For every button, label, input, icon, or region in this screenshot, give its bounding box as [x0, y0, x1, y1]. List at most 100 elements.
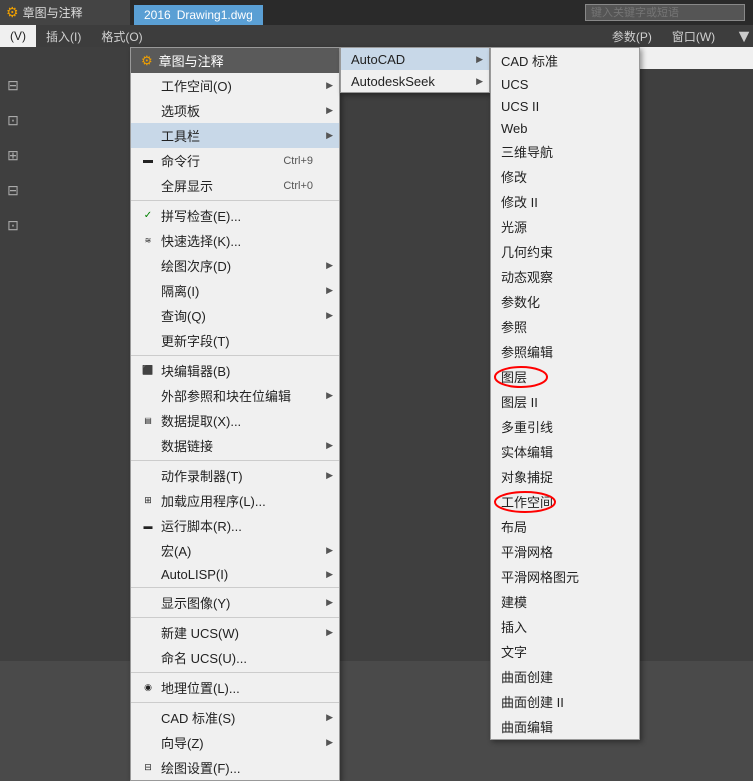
menu-item-layer2[interactable]: 图层 II [491, 389, 639, 414]
menu-item-displayimage[interactable]: 显示图像(Y) [131, 590, 339, 615]
menu-item-parametric[interactable]: 参数化 [491, 289, 639, 314]
menu-item-ucs2[interactable]: UCS II [491, 95, 639, 117]
web-label: Web [501, 121, 528, 136]
menu-item-query[interactable]: 查询(Q) [131, 303, 339, 328]
menu-item-format[interactable]: 格式(O) [91, 25, 152, 47]
divider4 [131, 587, 339, 588]
menu-item-dataextract[interactable]: ▤ 数据提取(X)... [131, 408, 339, 433]
menu-item-wspace[interactable]: 工作空间 [491, 489, 639, 514]
runscript-icon: ▬ [139, 517, 157, 535]
menu-item-toolbar[interactable]: 工具栏 [131, 123, 339, 148]
parametric-label: 参数化 [501, 292, 540, 311]
menu-item-insert[interactable]: 插入(I) [36, 25, 91, 47]
menu-item-xref[interactable]: 外部参照和块在位编辑 [131, 383, 339, 408]
surfcreate-label: 曲面创建 [501, 667, 553, 686]
geolocation-icon: ◉ [139, 679, 157, 697]
menu-item-fullscreen[interactable]: 全屏显示 Ctrl+0 [131, 173, 339, 198]
menu-item-layout[interactable]: 布局 [491, 514, 639, 539]
menu-item-loadapp[interactable]: ⊞ 加载应用程序(L)... [131, 488, 339, 513]
drawing-tab[interactable]: 2016 Drawing1.dwg [134, 5, 263, 25]
menu-item-autocad[interactable]: AutoCAD [341, 48, 489, 70]
quickselect-label: 快速选择(K)... [161, 231, 241, 250]
menu-item-solidedit[interactable]: 实体编辑 [491, 439, 639, 464]
menu-item-updatefield[interactable]: 更新字段(T) [131, 328, 339, 353]
menu-item-xrefedit[interactable]: 参照编辑 [491, 339, 639, 364]
query-label: 查询(Q) [161, 306, 206, 325]
menu-item-isolate[interactable]: 隔离(I) [131, 278, 339, 303]
menu-item-panels[interactable]: 选项板 [131, 98, 339, 123]
loadapp-label: 加载应用程序(L)... [161, 491, 266, 510]
menu-item-surfcreate[interactable]: 曲面创建 [491, 664, 639, 689]
menu-item-cad-standard[interactable]: CAD 标准 [491, 48, 639, 73]
menu-item-3dnav[interactable]: 三维导航 [491, 139, 639, 164]
menu-item-drawsettings[interactable]: ⊟ 绘图设置(F)... [131, 755, 339, 780]
menu-item-osnap[interactable]: 对象捕捉 [491, 464, 639, 489]
newucs-label: 新建 UCS(W) [161, 623, 239, 642]
menu-level2: AutoCAD AutodeskSeek [340, 47, 490, 93]
divider3 [131, 460, 339, 461]
menu-item-smoothmesh[interactable]: 平滑网格 [491, 539, 639, 564]
blockeditor-icon: ⬛ [139, 362, 157, 380]
cmdline-shortcut: Ctrl+9 [283, 155, 329, 167]
menu-item-surfedit[interactable]: 曲面编辑 [491, 714, 639, 739]
menu-item-workspace[interactable]: 工作空间(O) [131, 73, 339, 98]
menu-item-macro[interactable]: 宏(A) [131, 538, 339, 563]
insert2-label: 插入 [501, 617, 527, 636]
menu-header-label: 章图与注释 [159, 51, 224, 70]
menu-item-runscript[interactable]: ▬ 运行脚本(R)... [131, 513, 339, 538]
expand-icon[interactable]: ▼ [735, 26, 753, 47]
menu-item-ucs[interactable]: UCS [491, 73, 639, 95]
menu-item-smoothmeshprim[interactable]: 平滑网格图元 [491, 564, 639, 589]
menu-item-xref2[interactable]: 参照 [491, 314, 639, 339]
menu-item-autodeskseek[interactable]: AutodeskSeek [341, 70, 489, 92]
menu-item-geoconstraint[interactable]: 几何约束 [491, 239, 639, 264]
search-input[interactable] [585, 4, 745, 21]
modify-label: 修改 [501, 167, 527, 186]
menu-item-cmdline[interactable]: ▬ 命令行 Ctrl+9 [131, 148, 339, 173]
menu-item-modeling[interactable]: 建模 [491, 589, 639, 614]
autolisp-label: AutoLISP(I) [161, 567, 228, 582]
divider7 [131, 702, 339, 703]
menu-item-blockeditor[interactable]: ⬛ 块编辑器(B) [131, 358, 339, 383]
menu-item-quickselect[interactable]: ≋ 快速选择(K)... [131, 228, 339, 253]
menu-item-modify[interactable]: 修改 [491, 164, 639, 189]
menu-item-layer[interactable]: 图层 [491, 364, 639, 389]
menu-item-actionrecorder[interactable]: 动作录制器(T) [131, 463, 339, 488]
menu-item-spellcheck[interactable]: ✓ 拼写检查(E)... [131, 203, 339, 228]
panels-label: 选项板 [161, 101, 200, 120]
menu-item-web[interactable]: Web [491, 117, 639, 139]
menu-item-modify2[interactable]: 修改 II [491, 189, 639, 214]
menu-item-tools[interactable]: (V) [0, 25, 36, 47]
menu-item-text[interactable]: 文字 [491, 639, 639, 664]
menu-item-wizard[interactable]: 向导(Z) [131, 730, 339, 755]
menu-item-nameducs[interactable]: 命名 UCS(U)... [131, 645, 339, 670]
menu-item-autolisp[interactable]: AutoLISP(I) [131, 563, 339, 585]
title-tabs: 2016 Drawing1.dwg [130, 0, 553, 25]
left-icon-1: ⊟ [7, 77, 19, 94]
fullscreen-label: 全屏显示 [161, 176, 213, 195]
menu-item-window[interactable]: 窗口(W) [662, 25, 725, 47]
layout-label: 布局 [501, 517, 527, 536]
menu-item-mleader[interactable]: 多重引线 [491, 414, 639, 439]
menu-item-params[interactable]: 参数(P) [602, 25, 662, 47]
menu-item-datalink[interactable]: 数据链接 [131, 433, 339, 458]
left-icon-5: ⊡ [7, 217, 19, 234]
menu-item-newucs[interactable]: 新建 UCS(W) [131, 620, 339, 645]
displayimage-label: 显示图像(Y) [161, 593, 230, 612]
menu-item-orbit[interactable]: 动态观察 [491, 264, 639, 289]
menu-item-light[interactable]: 光源 [491, 214, 639, 239]
menu-item-draworder[interactable]: 绘图次序(D) [131, 253, 339, 278]
smoothmeshprim-label: 平滑网格图元 [501, 567, 579, 586]
menu-item-geolocation[interactable]: ◉ 地理位置(L)... [131, 675, 339, 700]
runscript-label: 运行脚本(R)... [161, 516, 242, 535]
layer-label: 图层 [501, 367, 527, 386]
year-label: 2016 [144, 8, 171, 22]
drawsettings-label: 绘图设置(F)... [161, 758, 240, 777]
wspace-label: 工作空间 [501, 492, 553, 511]
xref2-label: 参照 [501, 317, 527, 336]
toolbar-label: 工具栏 [161, 126, 200, 145]
menu-item-cadstandard[interactable]: CAD 标准(S) [131, 705, 339, 730]
menu-item-insert2[interactable]: 插入 [491, 614, 639, 639]
menu-item-surfcreate2[interactable]: 曲面创建 II [491, 689, 639, 714]
divider5 [131, 617, 339, 618]
